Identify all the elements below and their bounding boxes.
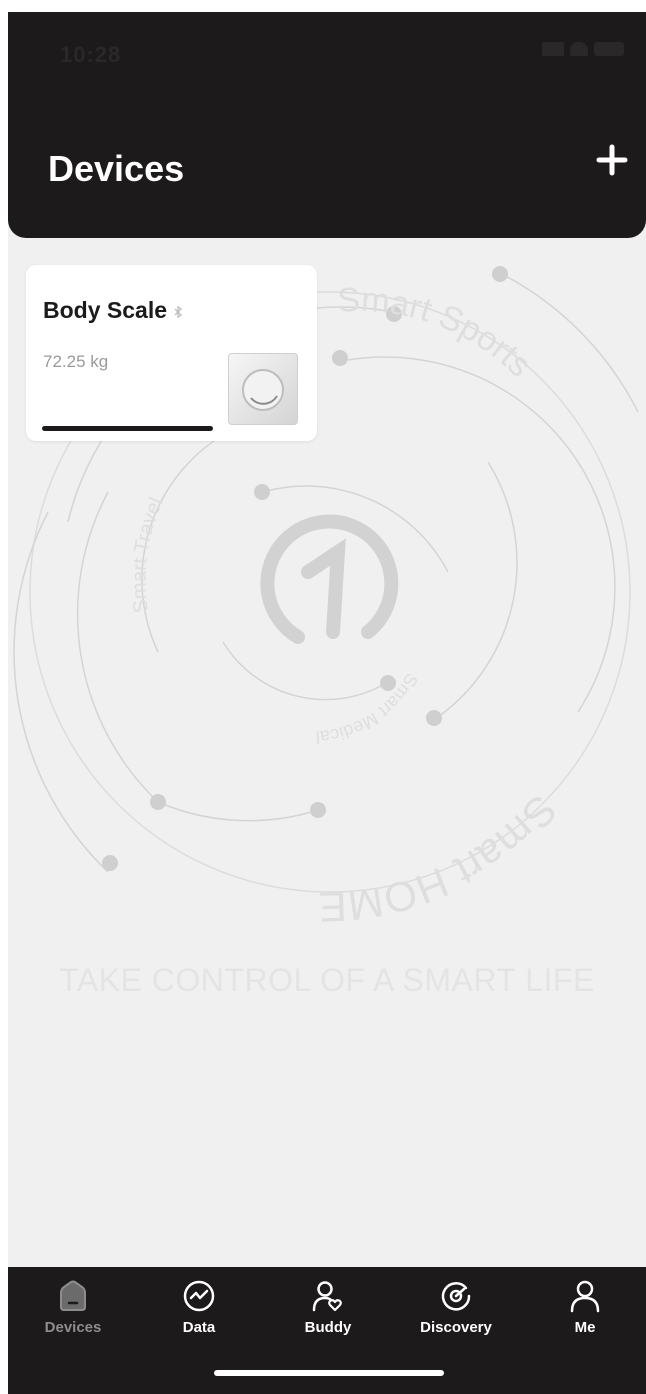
app-screen: Smart Sports Smart Travel Smart Medical … — [8, 12, 646, 1394]
tab-label: Me — [574, 1319, 596, 1336]
bluetooth-icon — [174, 305, 183, 319]
smart-medical-label: Smart Medical — [315, 670, 422, 747]
tagline: TAKE CONTROL OF A SMART LIFE — [59, 962, 595, 998]
tab-buddy[interactable]: Buddy — [283, 1279, 373, 1349]
battery-icon — [594, 42, 624, 56]
header: 10:28 Devices — [8, 12, 646, 238]
tab-label: Devices — [44, 1319, 102, 1336]
tab-label: Buddy — [304, 1319, 352, 1336]
tab-me[interactable]: Me — [540, 1279, 630, 1349]
device-weight-value: 72.25 kg — [43, 352, 109, 371]
device-progress-bar — [42, 426, 213, 431]
device-card-body-scale[interactable]: Body Scale 72.25 kg — [26, 265, 317, 441]
chart-line-icon — [183, 1280, 215, 1312]
smart-travel-label: Smart Travel — [128, 494, 167, 614]
status-icons — [542, 42, 624, 56]
tab-devices[interactable]: Devices — [28, 1279, 118, 1349]
signal-icon — [542, 42, 564, 56]
add-device-button[interactable] — [592, 140, 632, 180]
scale-icon — [228, 353, 298, 425]
person-icon — [570, 1280, 600, 1313]
plus-icon — [596, 144, 628, 176]
page-title: Devices — [48, 148, 185, 189]
smart-home-label: Smart HOME — [318, 786, 566, 931]
home-indicator — [214, 1370, 444, 1376]
wifi-icon — [570, 42, 588, 56]
compass-icon — [441, 1282, 471, 1311]
device-name: Body Scale — [43, 297, 183, 324]
tab-label: Data — [182, 1319, 216, 1336]
status-time: 10:28 — [60, 42, 122, 67]
smart-sports-label: Smart Sports — [337, 281, 539, 385]
home-icon — [60, 1280, 86, 1311]
tab-label: Discovery — [420, 1319, 492, 1336]
buddy-heart-icon — [312, 1281, 342, 1312]
tab-discovery[interactable]: Discovery — [411, 1279, 501, 1349]
brand-logo-icon — [260, 514, 399, 644]
tab-data[interactable]: Data — [154, 1279, 244, 1349]
